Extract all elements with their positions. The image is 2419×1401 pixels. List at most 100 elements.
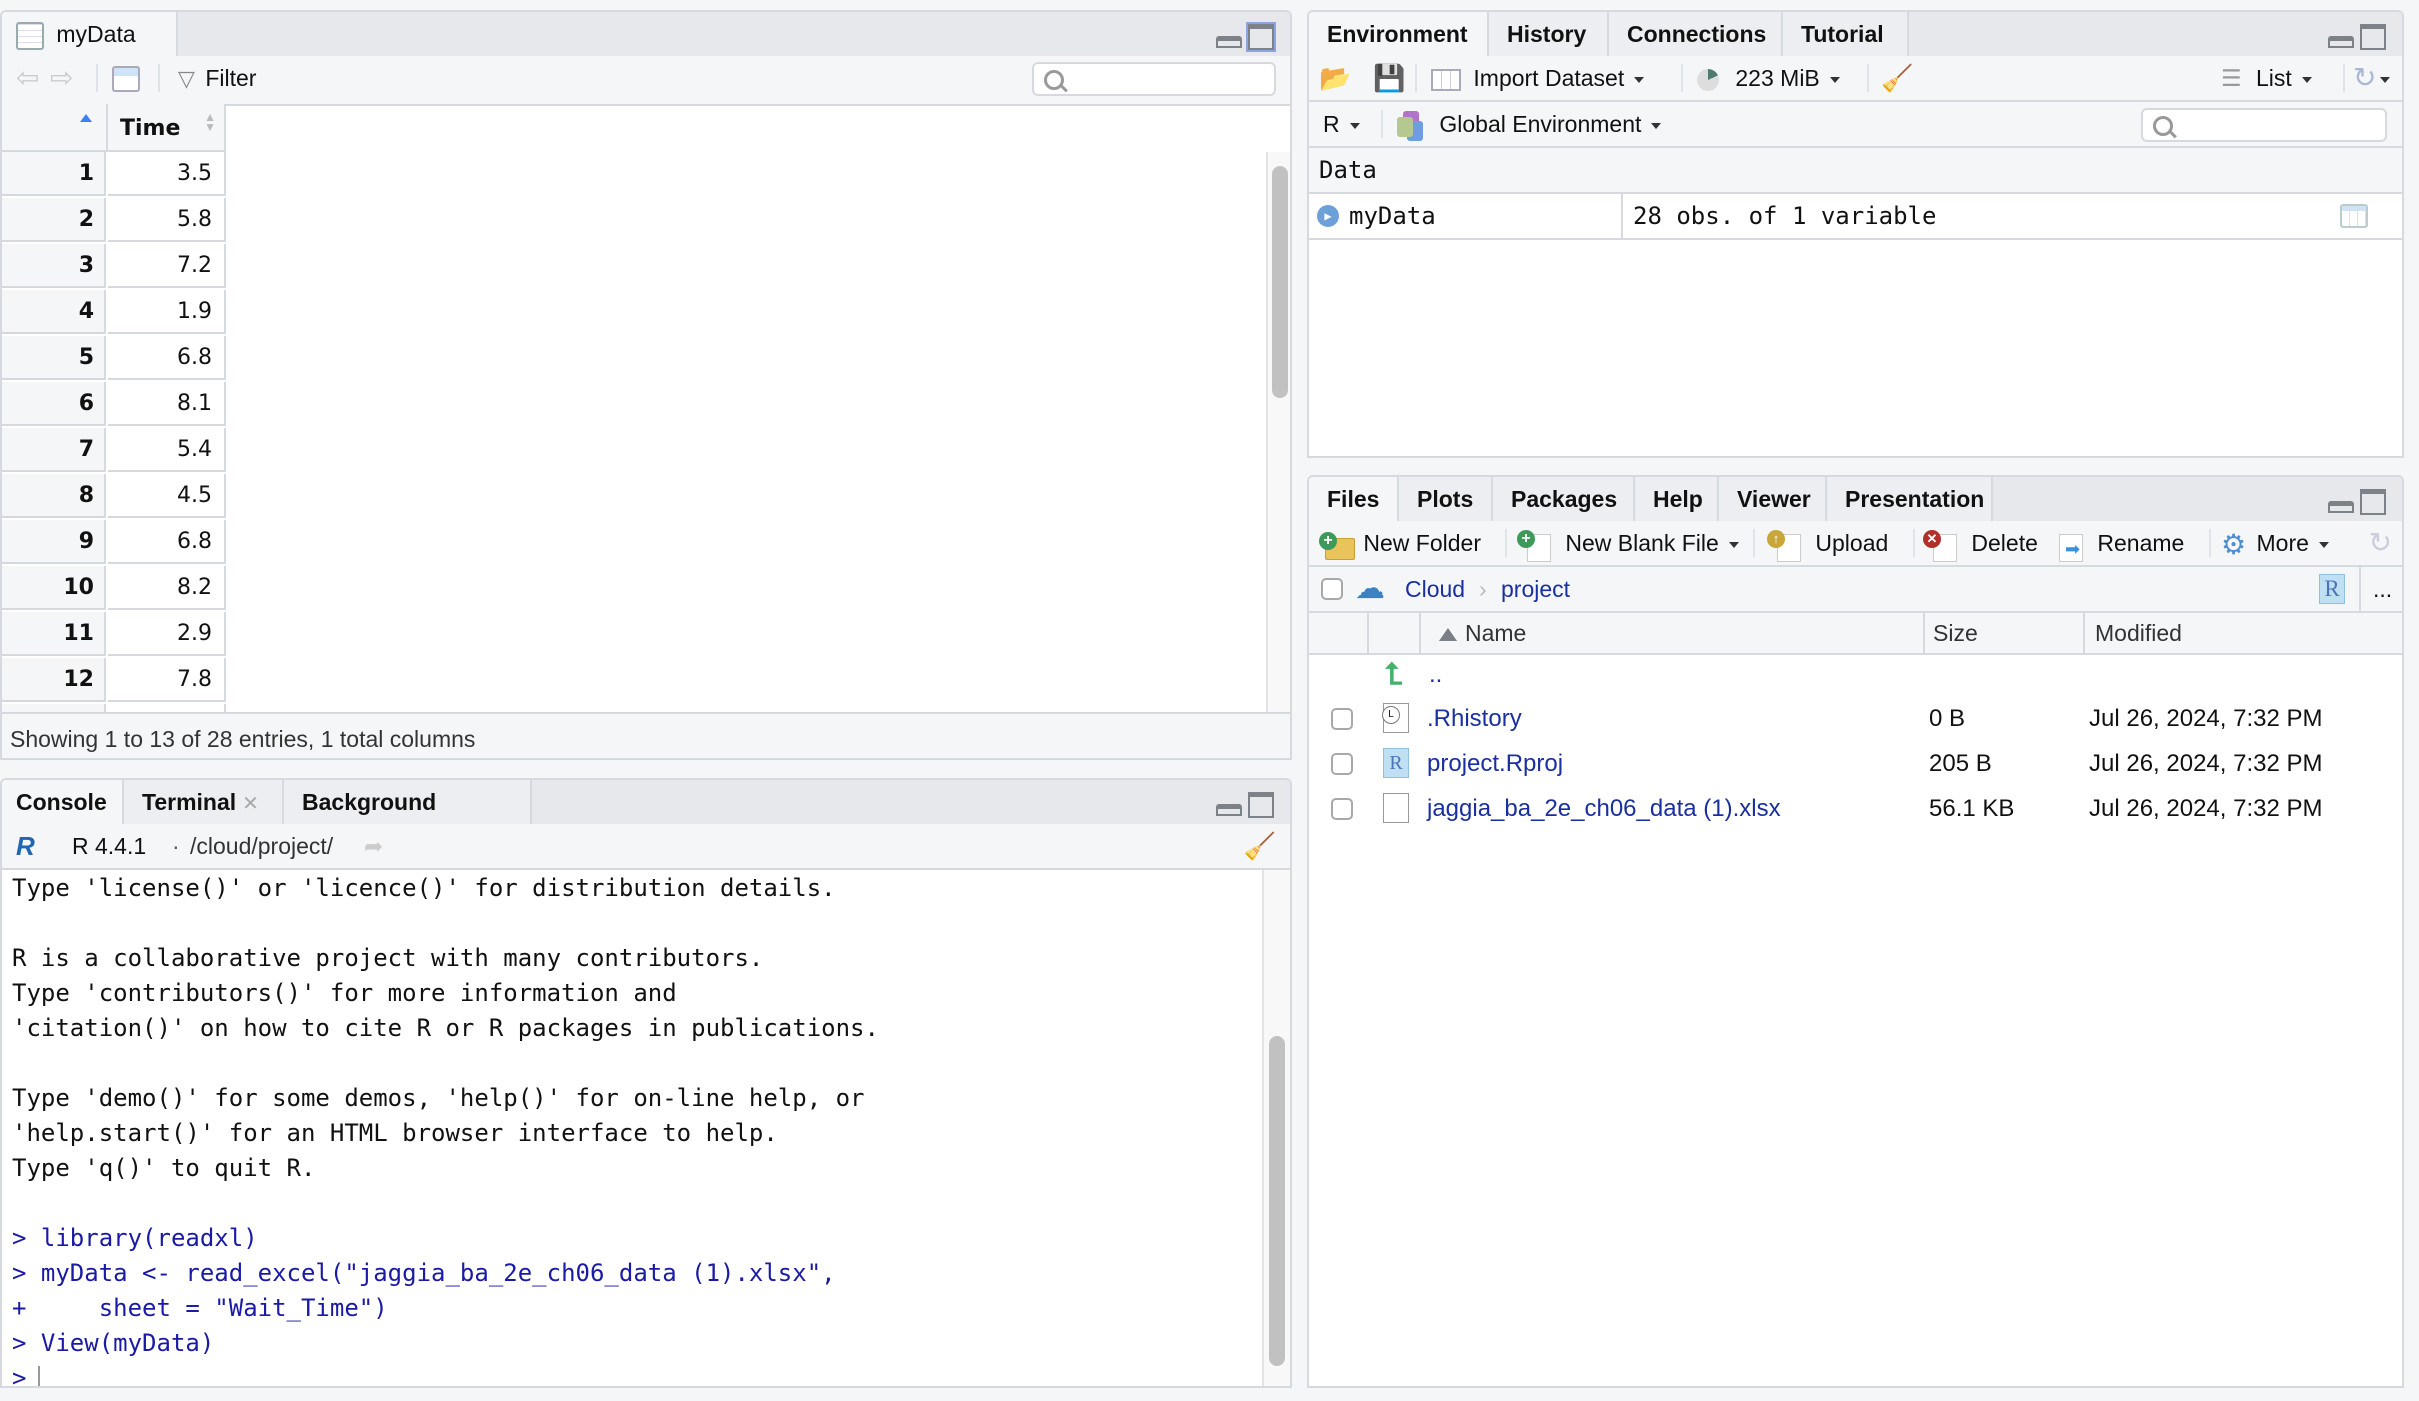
maximize-pane-button[interactable] bbox=[1248, 792, 1274, 818]
row-index: 5 bbox=[2, 336, 106, 380]
environment-variable-row[interactable]: ▶ myData 28 obs. of 1 variable bbox=[1309, 194, 2402, 240]
console-output[interactable]: Type 'license()' or 'licence()' for dist… bbox=[2, 870, 1262, 1386]
cell-time: 7.8 bbox=[108, 658, 226, 702]
delete-button[interactable]: ✕ Delete bbox=[1923, 521, 2038, 565]
new-blank-file-button[interactable]: + New Blank File bbox=[1517, 521, 1739, 565]
breadcrumb-project[interactable]: project bbox=[1501, 567, 1570, 611]
refresh-icon[interactable]: ↻ bbox=[2369, 521, 2392, 565]
tab-plots[interactable]: Plots bbox=[1399, 477, 1493, 521]
table-row: 7 5.4 bbox=[2, 428, 226, 474]
breadcrumb-cloud[interactable]: Cloud bbox=[1405, 567, 1465, 611]
tab-presentation[interactable]: Presentation bbox=[1827, 477, 1993, 521]
tab-packages[interactable]: Packages bbox=[1493, 477, 1635, 521]
file-row[interactable]: Rproject.Rproj 205 B Jul 26, 2024, 7:32 PM bbox=[1309, 742, 2402, 786]
close-icon[interactable]: ✕ bbox=[242, 793, 259, 815]
data-viewer-pane: myData ✕ ⇦ ⇨ ▽ Filter Time ▲▼ 13.525.837… bbox=[0, 10, 1292, 760]
parent-directory-link[interactable]: .. bbox=[1429, 653, 1442, 697]
load-workspace-icon[interactable]: 📂 bbox=[1319, 56, 1351, 100]
file-checkbox[interactable] bbox=[1331, 753, 1353, 775]
file-row[interactable]: jaggia_ba_2e_ch06_data (1).xlsx 56.1 KB Ju… bbox=[1309, 787, 2402, 831]
files-pane: Files Plots Packages Help Viewer Present… bbox=[1307, 475, 2404, 1388]
data-viewer-tabbar: myData ✕ bbox=[2, 12, 1290, 91]
column-divider bbox=[1621, 194, 1623, 238]
row-index: 4 bbox=[2, 290, 106, 334]
filter-button[interactable]: ▽ Filter bbox=[178, 56, 256, 100]
minimize-pane-button[interactable] bbox=[1216, 36, 1242, 48]
tab-label: Tutorial bbox=[1801, 21, 1884, 47]
rename-button[interactable]: ➡ Rename bbox=[2057, 521, 2184, 565]
maximize-pane-button[interactable] bbox=[2360, 489, 2386, 515]
maximize-pane-button[interactable] bbox=[2360, 24, 2386, 50]
tab-terminal[interactable]: Terminal ✕ bbox=[124, 780, 284, 824]
rproj-project-icon[interactable]: R bbox=[2319, 567, 2345, 611]
goto-directory-icon[interactable]: ➦ bbox=[364, 824, 383, 868]
tab-background-jobs[interactable]: Background Jobs✕ bbox=[284, 780, 532, 859]
sort-ascending-icon bbox=[80, 114, 92, 122]
more-options-button[interactable]: ... bbox=[2373, 567, 2392, 611]
tab-tutorial[interactable]: Tutorial bbox=[1783, 12, 1909, 56]
tab-connections[interactable]: Connections bbox=[1609, 12, 1783, 56]
popout-window-icon[interactable] bbox=[112, 66, 140, 92]
tab-label: Presentation bbox=[1845, 486, 1985, 512]
file-checkbox[interactable] bbox=[1331, 798, 1353, 820]
parent-directory-row[interactable]: ⮤ .. bbox=[1309, 653, 2402, 697]
refresh-icon[interactable]: ↻ bbox=[2353, 56, 2391, 100]
column-header-name[interactable]: Name bbox=[1439, 613, 1526, 653]
column-header-modified[interactable]: Modified bbox=[2095, 613, 2182, 653]
clear-workspace-broom-icon[interactable]: 🧹 bbox=[1881, 56, 1913, 100]
tab-mydata[interactable]: myData ✕ bbox=[2, 12, 178, 91]
rename-icon: ➡ bbox=[2057, 530, 2087, 562]
cell-time: 6.8 bbox=[108, 336, 226, 380]
tab-viewer[interactable]: Viewer bbox=[1719, 477, 1827, 521]
tab-files[interactable]: Files bbox=[1309, 477, 1399, 523]
select-all-checkbox[interactable] bbox=[1321, 578, 1343, 600]
row-index: 2 bbox=[2, 198, 106, 242]
console-output-line: Type 'q()' to quit R. bbox=[12, 1154, 316, 1182]
tab-history[interactable]: History bbox=[1489, 12, 1609, 56]
data-viewer-scrollbar[interactable] bbox=[1266, 152, 1290, 712]
view-mode-button[interactable]: ☰ List bbox=[2221, 56, 2312, 100]
cell-time: 4.5 bbox=[108, 474, 226, 518]
import-dataset-button[interactable]: Import Dataset bbox=[1431, 56, 1645, 100]
tab-console[interactable]: Console bbox=[2, 780, 124, 826]
data-search-input[interactable] bbox=[1032, 62, 1276, 96]
scrollbar-thumb[interactable] bbox=[1272, 166, 1288, 398]
save-workspace-icon[interactable]: 💾 bbox=[1373, 56, 1405, 100]
row-index: 8 bbox=[2, 474, 106, 518]
minimize-pane-button[interactable] bbox=[1216, 804, 1242, 816]
file-name-link[interactable]: project.Rproj bbox=[1427, 742, 1563, 786]
row-index: 1 bbox=[2, 152, 106, 196]
expand-icon[interactable]: ▶ bbox=[1317, 205, 1339, 227]
tab-label: myData bbox=[56, 21, 136, 47]
scope-selector[interactable]: Global Environment bbox=[1397, 102, 1662, 146]
file-name-link[interactable]: jaggia_ba_2e_ch06_data (1).xlsx bbox=[1427, 787, 1781, 831]
language-selector[interactable]: R bbox=[1323, 102, 1360, 146]
maximize-pane-button[interactable] bbox=[1246, 22, 1276, 52]
upload-button[interactable]: ↑ Upload bbox=[1767, 521, 1888, 565]
new-folder-button[interactable]: + New Folder bbox=[1319, 521, 1481, 565]
column-header-time[interactable]: Time ▲ ▼ bbox=[108, 104, 226, 150]
tab-label: Viewer bbox=[1737, 486, 1811, 512]
row-index: 11 bbox=[2, 612, 106, 656]
file-row[interactable]: L .Rhistory 0 B Jul 26, 2024, 7:32 PM bbox=[1309, 697, 2402, 741]
tab-help[interactable]: Help bbox=[1635, 477, 1719, 521]
data-section-header: Data bbox=[1309, 148, 2402, 194]
minimize-pane-button[interactable] bbox=[2328, 501, 2354, 513]
more-button[interactable]: ⚙ More bbox=[2221, 521, 2329, 565]
import-table-icon bbox=[1431, 68, 1461, 91]
tab-environment[interactable]: Environment bbox=[1309, 12, 1489, 58]
environment-search-input[interactable] bbox=[2141, 108, 2387, 142]
view-data-grid-icon[interactable] bbox=[2340, 204, 2368, 228]
console-scrollbar[interactable] bbox=[1262, 870, 1290, 1386]
clear-console-broom-icon[interactable]: 🧹 bbox=[1244, 824, 1276, 868]
back-arrow-icon[interactable]: ⇦ bbox=[16, 56, 39, 100]
memory-usage-button[interactable]: 223 MiB bbox=[1697, 56, 1840, 100]
scrollbar-thumb[interactable] bbox=[1269, 1036, 1285, 1366]
console-prompt[interactable]: > bbox=[12, 1364, 41, 1386]
forward-arrow-icon[interactable]: ⇨ bbox=[50, 56, 73, 100]
column-header-size[interactable]: Size bbox=[1933, 613, 1978, 653]
file-checkbox[interactable] bbox=[1331, 708, 1353, 730]
file-name-link[interactable]: .Rhistory bbox=[1427, 697, 1522, 741]
row-index-header[interactable] bbox=[2, 104, 108, 150]
minimize-pane-button[interactable] bbox=[2328, 36, 2354, 48]
